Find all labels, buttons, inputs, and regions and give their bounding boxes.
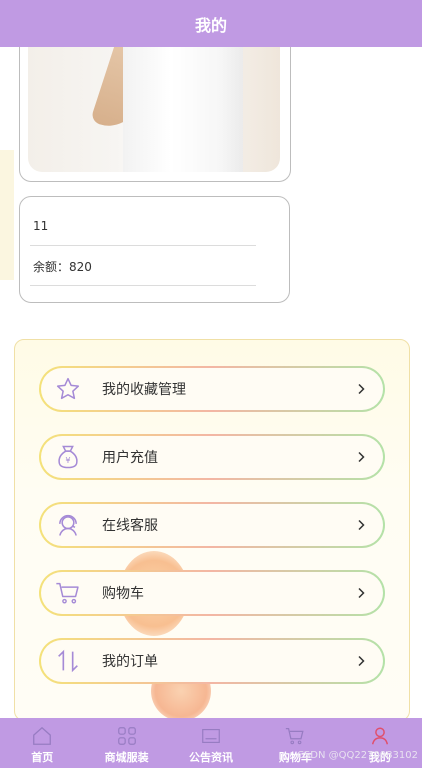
chevron-right-icon: [358, 519, 365, 531]
menu-item-customer-service[interactable]: 在线客服: [39, 502, 385, 548]
tab-label: 公告资讯: [189, 751, 234, 764]
home-icon: [33, 726, 52, 745]
divider: [30, 245, 256, 246]
tab-news[interactable]: 公告资讯: [169, 718, 253, 768]
menu-item-label: 购物车: [102, 586, 144, 602]
divider: [30, 285, 256, 286]
balance-value: 820: [69, 260, 92, 274]
menu-item-orders[interactable]: 我的订单: [39, 638, 385, 684]
chevron-right-icon: [358, 451, 365, 463]
background-decoration: [0, 150, 14, 280]
menu-item-recharge[interactable]: ¥ 用户充值: [39, 434, 385, 480]
menu-panel: 我的收藏管理 ¥ 用户充值 在线客服 购物车 我的订单: [14, 339, 410, 721]
grid-icon: [117, 727, 136, 745]
balance-label: 余额：: [33, 260, 70, 274]
page-title: 我的: [194, 15, 227, 35]
watermark-text: CSDN @QQ2270983102: [296, 750, 418, 761]
customer-service-icon: [54, 511, 82, 539]
money-bag-icon: ¥: [54, 443, 82, 471]
menu-item-cart[interactable]: 购物车: [39, 570, 385, 616]
tab-label: 商城服装: [104, 751, 149, 764]
star-icon: [54, 375, 82, 403]
chevron-right-icon: [358, 655, 365, 667]
svg-text:¥: ¥: [65, 455, 70, 465]
account-info-card: 11 余额：820: [19, 196, 290, 303]
menu-item-favorites[interactable]: 我的收藏管理: [39, 366, 385, 412]
tab-shop-clothing[interactable]: 商城服装: [84, 718, 168, 768]
username-text: 11: [33, 219, 49, 233]
top-bar: 我的: [0, 0, 422, 47]
menu-item-label: 我的订单: [102, 654, 158, 670]
chevron-right-icon: [358, 587, 365, 599]
cart-icon: [286, 728, 305, 745]
user-icon: [371, 727, 388, 745]
balance-row: 余额：820: [33, 258, 92, 275]
chevron-right-icon: [358, 383, 365, 395]
cart-icon: [54, 579, 82, 607]
menu-item-label: 在线客服: [102, 518, 158, 534]
sort-arrows-icon: [54, 647, 82, 675]
news-icon: [202, 728, 220, 744]
menu-item-label: 用户充值: [102, 450, 158, 466]
tab-label: 首页: [31, 751, 54, 764]
tab-home[interactable]: 首页: [0, 718, 84, 768]
menu-item-label: 我的收藏管理: [102, 382, 186, 398]
